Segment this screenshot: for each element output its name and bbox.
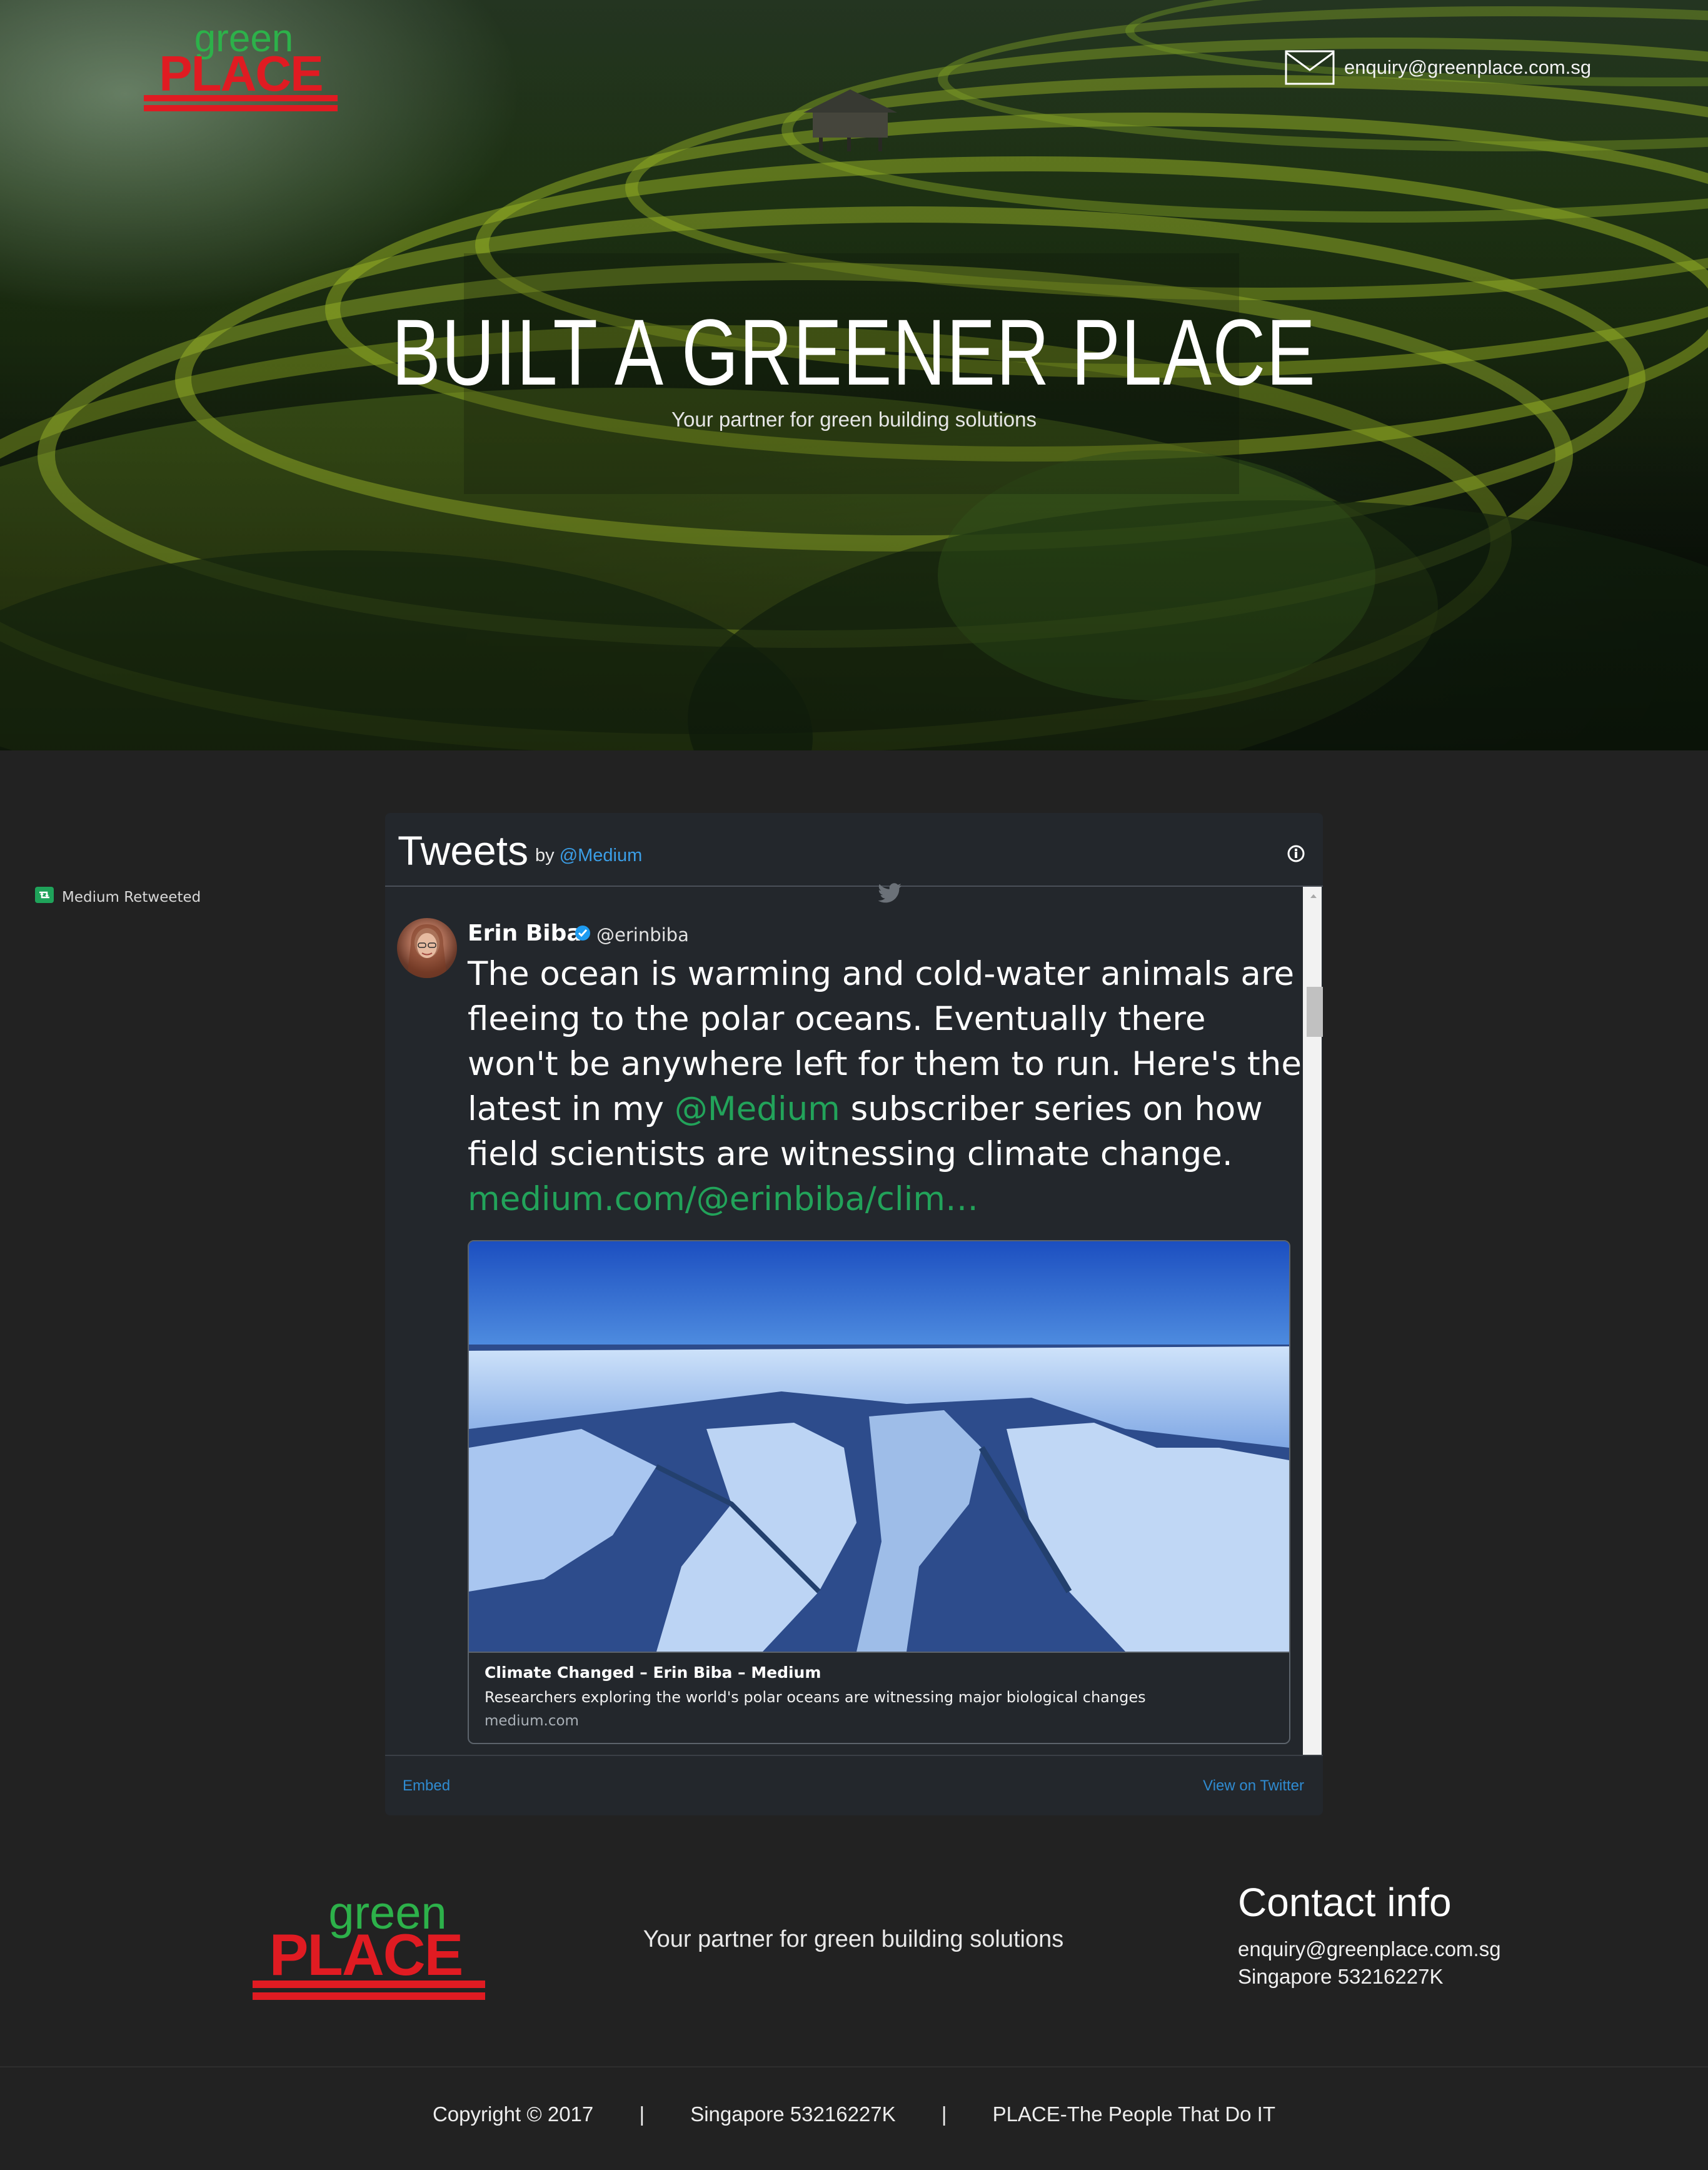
contact-registration: Singapore 53216227K bbox=[1238, 1965, 1444, 1988]
header-email[interactable]: enquiry@greenplace.com.sg bbox=[1344, 56, 1591, 79]
author-handle[interactable]: @erinbiba bbox=[596, 924, 689, 946]
hero-section: green PLACE enquiry@greenplace.com.sg BU… bbox=[0, 0, 1708, 750]
svg-text:PLACE: PLACE bbox=[159, 46, 322, 101]
footer-logo[interactable]: green PLACE bbox=[250, 1890, 488, 2006]
embed-link[interactable]: Embed bbox=[403, 1777, 450, 1795]
bottom-bar: Copyright © 2017 | Singapore 53216227K |… bbox=[0, 2066, 1708, 2170]
retweet-label: Medium Retweeted bbox=[62, 889, 201, 906]
mail-icon bbox=[1285, 50, 1335, 85]
medium-profile-link[interactable]: @Medium bbox=[560, 845, 643, 865]
verified-icon bbox=[575, 926, 590, 941]
divider: | bbox=[639, 2102, 645, 2126]
header-email-link[interactable]: enquiry@greenplace.com.sg bbox=[1285, 50, 1591, 85]
tweet-mention-link[interactable]: @Medium bbox=[675, 1090, 840, 1128]
contact-email[interactable]: enquiry@greenplace.com.sg bbox=[1238, 1937, 1501, 1961]
link-preview-card[interactable]: Climate Changed – Erin Biba – Medium Res… bbox=[468, 1240, 1290, 1744]
card-title[interactable]: Climate Changed – Erin Biba – Medium bbox=[485, 1663, 821, 1682]
copyright-text: Copyright © 2017 bbox=[432, 2102, 594, 2126]
scroll-thumb[interactable] bbox=[1307, 987, 1323, 1037]
footer-tagline: Your partner for green building solution… bbox=[643, 1926, 1064, 1952]
timeline-scrollbar[interactable] bbox=[1303, 887, 1323, 1814]
timeline-by: by @Medium bbox=[535, 845, 642, 866]
tweet-url-link[interactable]: medium.com/@erinbiba/clim… bbox=[468, 1180, 978, 1218]
card-image-sea-ice bbox=[469, 1241, 1289, 1652]
retweet-icon bbox=[35, 887, 54, 903]
scroll-up-arrow[interactable] bbox=[1310, 894, 1317, 898]
hero-subtitle: Your partner for green building solution… bbox=[671, 408, 1037, 431]
twitter-bird-icon[interactable] bbox=[878, 883, 902, 903]
view-on-twitter-link[interactable]: View on Twitter bbox=[1203, 1777, 1304, 1795]
divider: | bbox=[941, 2102, 947, 2126]
company-slogan: PLACE-The People That Do IT bbox=[992, 2102, 1276, 2126]
svg-text:PLACE: PLACE bbox=[269, 1922, 463, 1987]
by-label: by bbox=[535, 845, 555, 865]
author-avatar[interactable] bbox=[397, 918, 457, 978]
timeline-footer: Embed View on Twitter bbox=[385, 1755, 1323, 1815]
author-name[interactable]: Erin Biba bbox=[468, 921, 582, 946]
timeline-title: Tweets bbox=[398, 827, 529, 874]
card-description: Researchers exploring the world's polar … bbox=[485, 1688, 1146, 1706]
tweet-text: The ocean is warming and cold-water anim… bbox=[468, 952, 1305, 1222]
hero-title: BUILT A GREENER PLACE bbox=[391, 300, 1317, 405]
info-icon[interactable] bbox=[1287, 844, 1305, 863]
company-registration: Singapore 53216227K bbox=[690, 2102, 896, 2126]
green-place-logo[interactable]: green PLACE bbox=[141, 19, 341, 116]
contact-title: Contact info bbox=[1238, 1880, 1452, 1925]
timeline-header: Tweets by @Medium bbox=[385, 813, 1323, 887]
card-domain: medium.com bbox=[485, 1713, 579, 1729]
